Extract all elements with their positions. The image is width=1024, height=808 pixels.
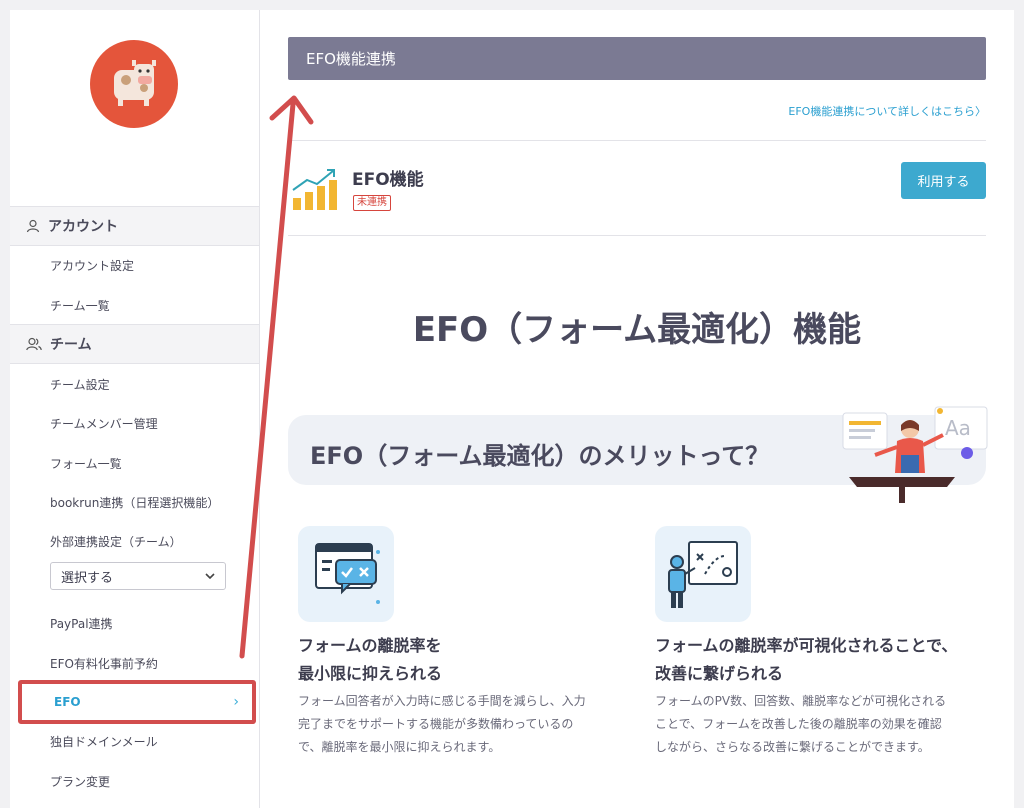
- sidebar-item-label: アカウント設定: [50, 258, 135, 273]
- sidebar-item-custom-domain[interactable]: 独自ドメインメール: [10, 721, 259, 761]
- section-team: チーム: [10, 324, 259, 364]
- sidebar-item-account-settings[interactable]: アカウント設定: [10, 245, 259, 285]
- sidebar-item-label: チーム設定: [50, 377, 110, 392]
- hero-title: EFO（フォーム最適化）機能: [412, 310, 862, 350]
- status-badge: 未連携: [353, 195, 391, 211]
- feature-name: EFO機能: [352, 170, 424, 190]
- external-integration-select[interactable]: 選択する: [50, 562, 226, 590]
- card1-icon-bg: [298, 526, 394, 622]
- presenter-illustration: Aa: [842, 406, 988, 503]
- cow-icon: [114, 60, 156, 106]
- svg-text:Aa: Aa: [945, 416, 971, 440]
- card2-title: フォームの離脱率が可視化されることで、 改善に繋げられる: [655, 632, 957, 688]
- sidebar-item-efo-reservation[interactable]: EFO有料化事前予約: [10, 643, 259, 683]
- user-icon: [26, 219, 40, 233]
- card2-description: フォームのPV数、回答数、離脱率などが可視化される ことで、フォームを改善した後…: [655, 690, 946, 759]
- card1-desc-line: で、離脱率を最小限に抑えられます。: [298, 740, 501, 754]
- strategy-board-icon: [668, 541, 738, 608]
- sidebar-item-team-settings[interactable]: チーム設定: [10, 364, 259, 404]
- sidebar-item-team-members[interactable]: チームメンバー管理: [10, 403, 259, 443]
- sidebar: アカウント アカウント設定 チーム一覧 チーム チーム設定 チームメンバー管理 …: [10, 10, 260, 808]
- divider: [288, 235, 986, 236]
- sidebar-item-efo[interactable]: EFO ›: [14, 684, 259, 720]
- merit-title: EFO（フォーム最適化）のメリットって？: [310, 442, 770, 470]
- card1-description: フォーム回答者が入力時に感じる手間を減らし、入力 完了までをサポートする機能が多…: [298, 690, 586, 759]
- card2-icon-bg: [655, 526, 751, 622]
- section-account-label: アカウント: [48, 219, 118, 235]
- sidebar-item-label: PayPal連携: [50, 616, 113, 631]
- users-icon: [26, 337, 42, 351]
- sidebar-item-team-list[interactable]: チーム一覧: [10, 285, 259, 325]
- card2-title-line1: フォームの離脱率が可視化されることで、: [655, 636, 958, 655]
- chevron-down-icon: [205, 573, 215, 579]
- chart-growth-icon: [292, 169, 337, 210]
- card1-desc-line: フォーム回答者が入力時に感じる手間を減らし、入力: [298, 694, 586, 708]
- card1-title: フォームの離脱率を 最小限に抑えられる: [298, 632, 442, 688]
- sidebar-item-label: プラン変更: [50, 774, 111, 789]
- app-frame: アカウント アカウント設定 チーム一覧 チーム チーム設定 チームメンバー管理 …: [10, 10, 1014, 808]
- sidebar-item-label: EFO有料化事前予約: [50, 656, 158, 671]
- sidebar-item-paypal[interactable]: PayPal連携: [10, 603, 259, 643]
- form-check-icon: [315, 543, 380, 604]
- page-title: EFO機能連携: [288, 37, 986, 80]
- select-value: 選択する: [61, 570, 114, 586]
- section-account: アカウント: [10, 206, 259, 246]
- sidebar-item-label: チームメンバー管理: [50, 416, 158, 431]
- sidebar-item-label: EFO: [54, 695, 81, 709]
- sidebar-item-label: 独自ドメインメール: [50, 734, 158, 749]
- efo-detail-link[interactable]: EFO機能連携について詳しくはこちら〉: [788, 103, 986, 119]
- sidebar-item-label: bookrun連携（日程選択機能）: [50, 495, 220, 510]
- use-button[interactable]: 利用する: [901, 162, 986, 199]
- card1-title-line1: フォームの離脱率を: [298, 636, 442, 655]
- sidebar-item-plan-change[interactable]: プラン変更: [10, 761, 259, 801]
- external-integration-label: 外部連携設定（チーム）: [50, 535, 182, 549]
- chevron-right-icon: ›: [233, 694, 239, 710]
- card1-title-line2: 最小限に抑えられる: [298, 664, 443, 683]
- sidebar-item-bookrun[interactable]: bookrun連携（日程選択機能）: [10, 482, 259, 522]
- divider: [288, 140, 986, 141]
- main-content: EFO機能連携 EFO機能連携について詳しくはこちら〉 EFO機能 未連携 利用…: [260, 10, 1014, 808]
- avatar[interactable]: [90, 40, 178, 128]
- card1-desc-line: 完了までをサポートする機能が多数備わっているの: [298, 717, 574, 731]
- card2-desc-line: しながら、さらなる改善に繋げることができます。: [655, 740, 930, 754]
- card2-desc-line: ことで、フォームを改善した後の離脱率の効果を確認: [655, 717, 942, 731]
- sidebar-item-form-list[interactable]: フォーム一覧: [10, 443, 259, 483]
- section-team-label: チーム: [50, 337, 92, 353]
- card2-desc-line: フォームのPV数、回答数、離脱率などが可視化される: [655, 694, 947, 708]
- card2-title-line2: 改善に繋げられる: [655, 664, 784, 683]
- sidebar-item-label: チーム一覧: [50, 298, 110, 313]
- sidebar-item-label: フォーム一覧: [50, 456, 122, 471]
